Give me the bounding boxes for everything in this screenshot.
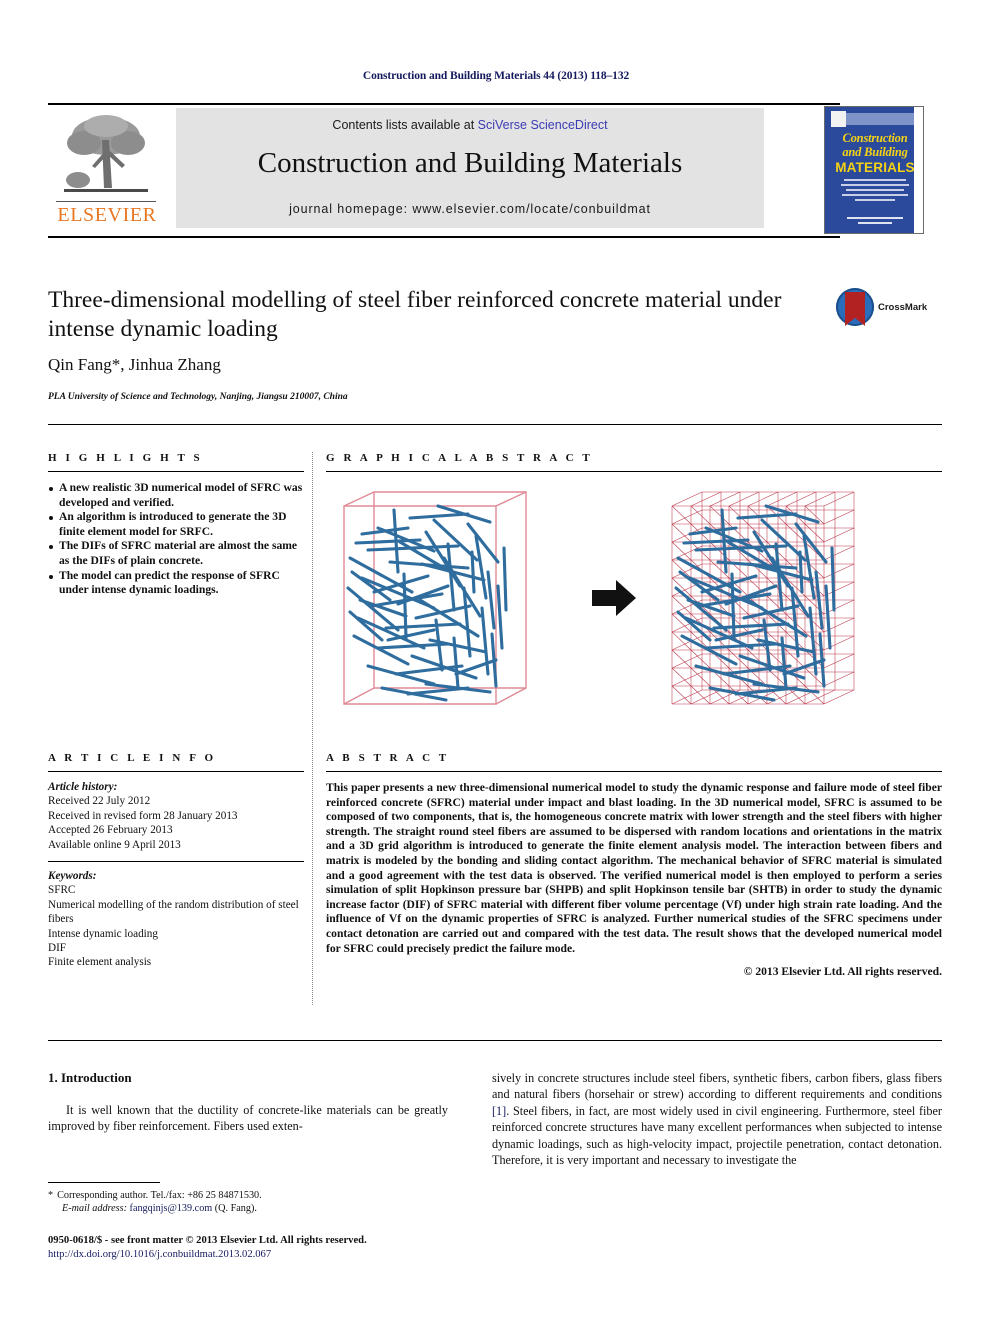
fiber-distribution-diagram bbox=[343, 491, 855, 705]
history-item: Received in revised form 28 January 2013 bbox=[48, 809, 238, 822]
corresponding-author-text: Corresponding author. Tel./fax: +86 25 8… bbox=[57, 1190, 262, 1201]
graphical-abstract-figure bbox=[326, 482, 942, 720]
abstract-rule bbox=[326, 771, 942, 772]
journal-title: Construction and Building Materials bbox=[257, 147, 683, 179]
list-item: The model can predict the response of SF… bbox=[48, 569, 304, 598]
list-item: A new realistic 3D numerical model of SF… bbox=[48, 481, 304, 510]
masthead: ELSEVIER Contents lists available at Sci… bbox=[48, 106, 924, 234]
intro-text-part1: sively in concrete structures include st… bbox=[492, 1071, 942, 1102]
corresponding-author-line: * Corresponding author. Tel./fax: +86 25 … bbox=[48, 1189, 448, 1202]
email-label: E-mail address: bbox=[62, 1203, 127, 1215]
column-divider bbox=[312, 452, 313, 1005]
history-item: Accepted 26 February 2013 bbox=[48, 824, 173, 837]
cover-title-line1: Construction bbox=[842, 131, 908, 145]
footer-block: 0950-0618/$ - see front matter © 2013 El… bbox=[48, 1234, 548, 1262]
article-info-section: A R T I C L E I N F O Article history: R… bbox=[48, 752, 304, 970]
journal-cover-thumbnail[interactable]: Construction and Building MATERIALS bbox=[824, 106, 924, 234]
journal-banner: Contents lists available at SciVerse Sci… bbox=[176, 108, 764, 228]
abstract-heading: A B S T R A C T bbox=[326, 752, 450, 764]
crossmark-icon bbox=[836, 288, 874, 326]
elsevier-tree-icon bbox=[64, 115, 148, 192]
sciencedirect-link[interactable]: SciVerse ScienceDirect bbox=[478, 118, 608, 132]
journal-homepage-link[interactable]: journal homepage: www.elsevier.com/locat… bbox=[176, 202, 764, 216]
fiber-cube-left bbox=[343, 491, 527, 705]
email-suffix: (Q. Fang). bbox=[214, 1203, 257, 1215]
fiber-cube-right-meshed bbox=[671, 491, 855, 705]
highlights-heading: H I G H L I G H T S bbox=[48, 452, 203, 464]
running-head: Construction and Building Materials 44 (… bbox=[362, 70, 630, 82]
list-item: The DIFs of SFRC material are almost the… bbox=[48, 539, 304, 568]
crossmark-badge-group[interactable]: CrossMark bbox=[836, 288, 942, 334]
footnote-rule bbox=[48, 1182, 160, 1183]
abstract-section: A B S T R A C T This paper presents a ne… bbox=[326, 752, 942, 978]
cover-footer-block bbox=[825, 217, 923, 227]
highlights-section: H I G H L I G H T S A new realistic 3D n… bbox=[48, 452, 304, 598]
list-item: An algorithm is introduced to generate t… bbox=[48, 510, 304, 539]
abstract-text: This paper presents a new three-dimensio… bbox=[326, 781, 942, 955]
history-item: Received 22 July 2012 bbox=[48, 795, 151, 808]
elsevier-logo: ELSEVIER bbox=[48, 108, 166, 230]
body-column-left: 1. Introduction It is well known that th… bbox=[48, 1070, 448, 1135]
keywords-rule bbox=[48, 861, 304, 863]
article-info-rule bbox=[48, 771, 304, 772]
cover-spine bbox=[914, 107, 923, 233]
doi-link[interactable]: http://dx.doi.org/10.1016/j.conbuildmat.… bbox=[48, 1248, 548, 1262]
email-line: E-mail address: fangqinjs@139.com (Q. Fa… bbox=[48, 1202, 448, 1215]
masthead-top-rule bbox=[48, 103, 840, 105]
abstract-bottom-rule bbox=[48, 1040, 942, 1041]
author-list: Qin Fang*, Jinhua Zhang bbox=[48, 355, 221, 374]
asterisk-marker: * bbox=[48, 1190, 54, 1201]
page-title: Three-dimensional modelling of steel fib… bbox=[48, 287, 782, 342]
right-arrow-icon bbox=[592, 580, 636, 616]
cover-elsevier-mark bbox=[831, 111, 846, 127]
highlights-rule bbox=[48, 471, 304, 472]
crossmark-label: CrossMark bbox=[878, 302, 928, 313]
elsevier-divider bbox=[56, 201, 156, 202]
cover-title-line2: and Building bbox=[842, 145, 908, 159]
body-column-right: sively in concrete structures include st… bbox=[492, 1070, 942, 1168]
issn-line: 0950-0618/$ - see front matter © 2013 El… bbox=[48, 1235, 367, 1246]
article-info-heading: A R T I C L E I N F O bbox=[48, 752, 217, 764]
intro-text-part2: . Steel fibers, in fact, are most widely… bbox=[492, 1103, 942, 1168]
footnote-block: * Corresponding author. Tel./fax: +86 25 … bbox=[48, 1182, 448, 1216]
keyword-item: SFRC bbox=[48, 884, 76, 897]
graphical-abstract-heading: G R A P H I C A L A B S T R A C T bbox=[326, 452, 593, 464]
intro-paragraph-right: sively in concrete structures include st… bbox=[492, 1070, 942, 1168]
graphical-abstract-section: G R A P H I C A L A B S T R A C T bbox=[326, 452, 942, 472]
keyword-item: Finite element analysis bbox=[48, 956, 152, 969]
section-separator-rule bbox=[48, 424, 942, 425]
paper-page: Construction and Building Materials 44 (… bbox=[0, 0, 992, 1323]
intro-paragraph-left: It is well known that the ductility of c… bbox=[48, 1103, 448, 1134]
history-item: Available online 9 April 2013 bbox=[48, 838, 181, 851]
article-history-block: Article history: Received 22 July 2012 R… bbox=[48, 780, 304, 852]
reference-link-1[interactable]: [1] bbox=[492, 1104, 506, 1118]
masthead-bottom-rule bbox=[48, 236, 840, 238]
elsevier-wordmark: ELSEVIER bbox=[57, 204, 157, 226]
keyword-item: Intense dynamic loading bbox=[48, 927, 158, 940]
graphical-abstract-rule bbox=[326, 471, 942, 472]
section-heading-introduction: 1. Introduction bbox=[48, 1070, 132, 1085]
contents-available-line: Contents lists available at SciVerse Sci… bbox=[176, 118, 764, 132]
cover-text-block bbox=[839, 179, 911, 205]
article-history-label: Article history: bbox=[48, 781, 118, 793]
keywords-block: Keywords: SFRC Numerical modelling of th… bbox=[48, 869, 304, 970]
cover-title-line3: MATERIALS bbox=[835, 160, 915, 175]
keywords-label: Keywords: bbox=[48, 870, 97, 883]
keyword-item: DIF bbox=[48, 942, 67, 955]
highlights-list: A new realistic 3D numerical model of SF… bbox=[48, 481, 304, 598]
contents-prefix: Contents lists available at bbox=[332, 118, 478, 132]
affiliation: PLA University of Science and Technology… bbox=[48, 392, 348, 402]
crossmark-bookmark-shape bbox=[845, 292, 865, 326]
email-link[interactable]: fangqinjs@139.com bbox=[130, 1203, 213, 1214]
copyright-line: © 2013 Elsevier Ltd. All rights reserved… bbox=[743, 965, 942, 979]
keyword-item: Numerical modelling of the random distri… bbox=[48, 898, 299, 926]
